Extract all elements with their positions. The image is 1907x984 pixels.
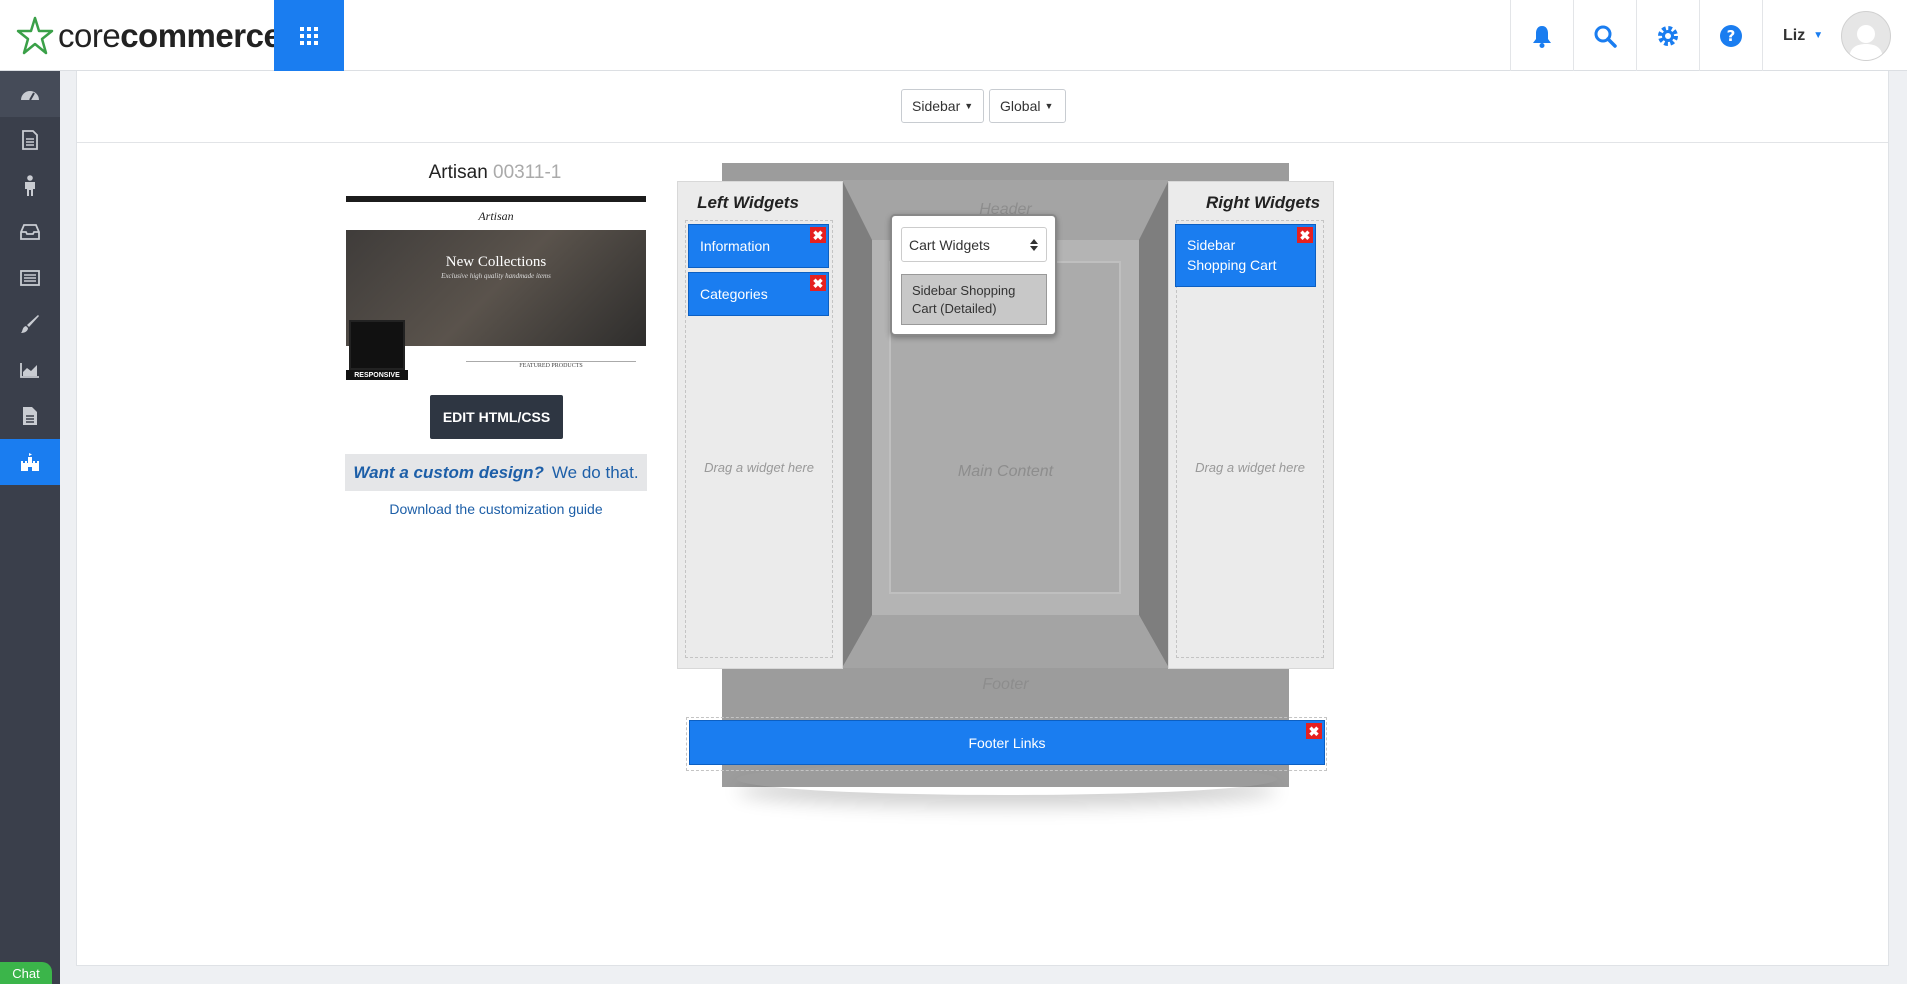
inbox-tray-icon bbox=[20, 224, 40, 240]
widget-categories[interactable]: Categories ✖ bbox=[688, 272, 829, 316]
layout-toolbar: Sidebar ▼ Global ▼ bbox=[77, 71, 1888, 143]
top-icons: ? Liz ▼ bbox=[1510, 0, 1907, 71]
global-dropdown[interactable]: Global ▼ bbox=[989, 89, 1066, 123]
star-logo-icon bbox=[16, 16, 54, 55]
widget-category-value: Cart Widgets bbox=[909, 236, 990, 253]
widget-picker-popup: Cart Widgets Sidebar Shopping Cart (Deta… bbox=[890, 214, 1057, 336]
search-icon bbox=[1594, 25, 1617, 48]
file-text-icon bbox=[23, 407, 37, 425]
global-dropdown-label: Global bbox=[1000, 98, 1041, 114]
main-panel: Sidebar ▼ Global ▼ Artisan 00311-1 Artisan… bbox=[76, 71, 1889, 966]
nav-storefront[interactable] bbox=[0, 439, 60, 485]
logo-core-text: core bbox=[58, 17, 121, 54]
top-bar: corecommerce ? Liz ▼ bbox=[0, 0, 1907, 71]
download-guide-link[interactable]: Download the customization guide bbox=[345, 501, 647, 517]
preview-featured: FEATURED PRODUCTS bbox=[466, 361, 636, 369]
logo-commerce-text: commerce bbox=[120, 17, 282, 54]
widget-footer-links[interactable]: Footer Links ✖ bbox=[689, 720, 1325, 765]
user-menu[interactable]: Liz ▼ bbox=[1762, 0, 1907, 71]
theme-preview-image[interactable]: Artisan New Collections Exclusive high q… bbox=[346, 196, 646, 380]
preview-hero-title: New Collections bbox=[445, 254, 547, 270]
custom-design-banner[interactable]: Want a custom design? We do that. bbox=[345, 454, 647, 491]
left-nav bbox=[0, 71, 60, 984]
remove-widget-icon[interactable]: ✖ bbox=[810, 227, 826, 243]
nav-inventory[interactable] bbox=[0, 209, 60, 255]
corecommerce-logo[interactable]: corecommerce bbox=[16, 14, 282, 58]
dashboard-gauge-icon bbox=[21, 91, 39, 101]
theme-code: 00311-1 bbox=[493, 162, 562, 183]
left-widgets-title: Left Widgets bbox=[697, 193, 799, 212]
widget-label: Information bbox=[700, 238, 771, 254]
widget-sidebar-shopping-cart[interactable]: Sidebar Shopping Cart ✖ bbox=[1175, 224, 1316, 287]
caret-down-icon: ▼ bbox=[1044, 101, 1054, 111]
custom-design-prompt: Want a custom design? bbox=[353, 462, 544, 482]
search-button[interactable] bbox=[1573, 0, 1636, 71]
nav-design[interactable] bbox=[0, 301, 60, 347]
paintbrush-icon bbox=[21, 315, 39, 333]
edit-html-css-button[interactable]: EDIT HTML/CSS bbox=[430, 395, 563, 439]
caret-down-icon: ▼ bbox=[964, 101, 974, 111]
sidebar-dropdown-label: Sidebar bbox=[912, 98, 961, 114]
nav-orders[interactable] bbox=[0, 117, 60, 163]
bell-icon bbox=[1533, 25, 1551, 48]
preview-responsive-badge: RESPONSIVE bbox=[346, 370, 408, 380]
user-silhouette-icon bbox=[1849, 24, 1884, 60]
castle-icon bbox=[21, 453, 39, 471]
chat-button[interactable]: Chat bbox=[0, 962, 52, 984]
theme-name: Artisan bbox=[428, 162, 488, 183]
widget-category-select[interactable]: Cart Widgets bbox=[901, 227, 1047, 262]
widget-label: Sidebar Shopping Cart bbox=[1187, 236, 1277, 273]
remove-widget-icon[interactable]: ✖ bbox=[810, 275, 826, 291]
left-drag-hint: Drag a widget here bbox=[704, 460, 814, 475]
nav-content[interactable] bbox=[0, 393, 60, 439]
nav-reports[interactable] bbox=[0, 347, 60, 393]
widget-label: Footer Links bbox=[968, 734, 1046, 751]
available-widget-item[interactable]: Sidebar Shopping Cart (Detailed) bbox=[901, 274, 1047, 325]
user-name: Liz bbox=[1783, 26, 1806, 44]
right-widgets-title: Right Widgets bbox=[1205, 193, 1321, 212]
list-window-icon bbox=[20, 270, 40, 286]
footer-zone-label: Footer bbox=[982, 676, 1029, 693]
svg-text:?: ? bbox=[1727, 27, 1736, 45]
avatar bbox=[1841, 10, 1892, 61]
person-icon bbox=[25, 175, 35, 196]
help-button[interactable]: ? bbox=[1699, 0, 1762, 71]
select-arrows-icon bbox=[1030, 239, 1038, 251]
sidebar-dropdown[interactable]: Sidebar ▼ bbox=[901, 89, 984, 123]
widget-information[interactable]: Information ✖ bbox=[688, 224, 829, 268]
theme-title: Artisan 00311-1 bbox=[345, 162, 645, 184]
preview-brand: Artisan bbox=[346, 202, 646, 230]
grid-icon bbox=[300, 26, 318, 45]
right-drag-hint: Drag a widget here bbox=[1195, 460, 1305, 475]
preview-hero-subtitle: Exclusive high quality handmade items bbox=[441, 272, 551, 280]
remove-widget-icon[interactable]: ✖ bbox=[1297, 227, 1313, 243]
nav-dashboard[interactable] bbox=[0, 71, 60, 117]
settings-button[interactable] bbox=[1636, 0, 1699, 71]
caret-down-icon: ▼ bbox=[1813, 30, 1824, 41]
apps-grid-button[interactable] bbox=[274, 0, 344, 71]
gear-icon bbox=[1658, 25, 1678, 46]
question-circle-icon: ? bbox=[1720, 24, 1742, 47]
area-chart-icon bbox=[20, 363, 39, 378]
footer-shadow bbox=[737, 763, 1277, 795]
widget-label: Categories bbox=[700, 286, 768, 302]
main-content-zone-label: Main Content bbox=[957, 463, 1054, 480]
custom-design-answer: We do that. bbox=[551, 462, 639, 482]
nav-listings[interactable] bbox=[0, 255, 60, 301]
remove-widget-icon[interactable]: ✖ bbox=[1306, 723, 1322, 739]
nav-customers[interactable] bbox=[0, 163, 60, 209]
notifications-button[interactable] bbox=[1510, 0, 1573, 71]
document-icon bbox=[22, 130, 38, 150]
